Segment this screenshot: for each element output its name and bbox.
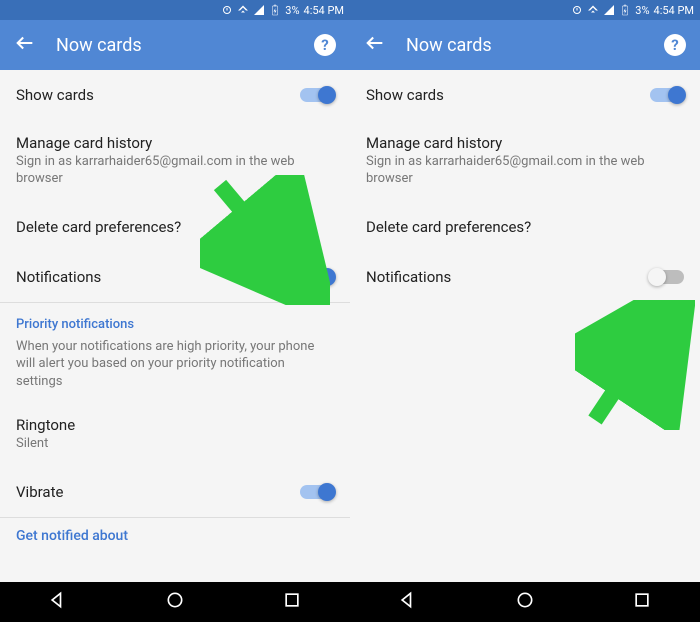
battery-text: 3% [285,4,299,17]
vibrate-label: Vibrate [16,483,290,501]
show-cards-label: Show cards [366,86,640,104]
row-manage-history[interactable]: Manage card history Sign in as karrarhai… [0,120,350,202]
delete-prefs-label: Delete card preferences? [16,218,334,236]
wifi-icon [237,4,249,16]
row-show-cards[interactable]: Show cards [0,70,350,120]
android-navbar [0,582,350,622]
row-show-cards[interactable]: Show cards [350,70,700,120]
back-icon[interactable] [364,32,386,58]
ringtone-label: Ringtone [16,416,334,434]
row-manage-history[interactable]: Manage card history Sign in as karrarhai… [350,120,700,202]
nav-recent-icon[interactable] [282,590,302,614]
row-delete-prefs[interactable]: Delete card preferences? [0,202,350,252]
manage-history-label: Manage card history [366,134,684,152]
row-notifications[interactable]: Notifications [0,252,350,302]
show-cards-toggle[interactable] [650,88,684,102]
delete-prefs-label: Delete card preferences? [366,218,684,236]
settings-list: Show cards Manage card history Sign in a… [350,70,700,582]
battery-icon [269,4,281,16]
manage-history-label: Manage card history [16,134,334,152]
android-navbar [350,582,700,622]
help-icon[interactable]: ? [664,34,686,56]
notifications-toggle[interactable] [650,270,684,284]
left-screenshot: 3% 4:54 PM Now cards ? Show cards Manage… [0,0,350,622]
notifications-label: Notifications [366,268,640,286]
nav-home-icon[interactable] [165,590,185,614]
priority-section-desc: When your notifications are high priorit… [0,338,350,403]
app-header: Now cards ? [0,20,350,70]
alarm-icon [571,4,583,16]
page-title: Now cards [406,35,644,56]
priority-section-header: Priority notifications [0,303,350,338]
alarm-icon [221,4,233,16]
row-vibrate[interactable]: Vibrate [0,467,350,517]
signal-icon [253,4,265,16]
get-notified-link[interactable]: Get notified about [0,518,350,550]
status-bar: 3% 4:54 PM [350,0,700,20]
show-cards-toggle[interactable] [300,88,334,102]
row-delete-prefs[interactable]: Delete card preferences? [350,202,700,252]
wifi-icon [587,4,599,16]
notifications-label: Notifications [16,268,290,286]
settings-list: Show cards Manage card history Sign in a… [0,70,350,582]
nav-recent-icon[interactable] [632,590,652,614]
right-screenshot: 3% 4:54 PM Now cards ? Show cards Manage… [350,0,700,622]
back-icon[interactable] [14,32,36,58]
help-icon[interactable]: ? [314,34,336,56]
row-notifications[interactable]: Notifications [350,252,700,302]
notifications-toggle[interactable] [300,270,334,284]
manage-history-sub: Sign in as karrarhaider65@gmail.com in t… [366,154,684,188]
clock-text: 4:54 PM [304,4,344,17]
vibrate-toggle[interactable] [300,485,334,499]
status-bar: 3% 4:54 PM [0,0,350,20]
battery-text: 3% [635,4,649,17]
page-title: Now cards [56,35,294,56]
row-ringtone[interactable]: Ringtone Silent [0,402,350,467]
nav-back-icon[interactable] [398,590,418,614]
show-cards-label: Show cards [16,86,290,104]
manage-history-sub: Sign in as karrarhaider65@gmail.com in t… [16,154,334,188]
battery-icon [619,4,631,16]
ringtone-value: Silent [16,436,334,453]
app-header: Now cards ? [350,20,700,70]
nav-back-icon[interactable] [48,590,68,614]
signal-icon [603,4,615,16]
clock-text: 4:54 PM [654,4,694,17]
nav-home-icon[interactable] [515,590,535,614]
